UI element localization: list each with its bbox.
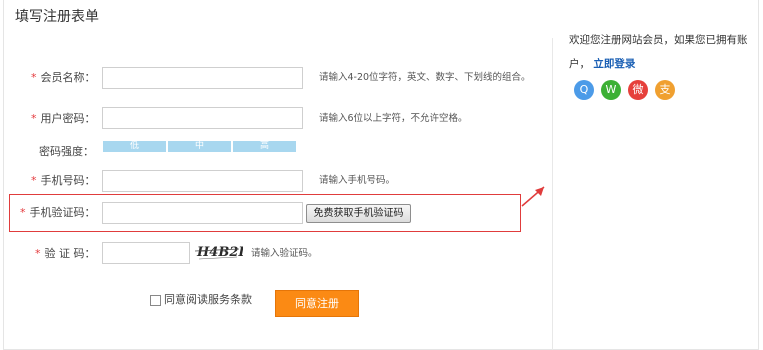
member-name-hint: 请输入4-20位字符，英文、数字、下划线的组合。 — [319, 72, 531, 83]
get-sms-code-button[interactable]: 免费获取手机验证码 — [306, 204, 411, 223]
login-link[interactable]: 立即登录 — [593, 58, 635, 70]
weibo-icon[interactable]: 微 — [628, 80, 648, 100]
agree-terms[interactable]: 同意阅读服务条款 — [150, 293, 252, 307]
submit-register-button[interactable]: 同意注册 — [275, 290, 359, 317]
phone-hint: 请输入手机号码。 — [319, 175, 396, 186]
phone-input[interactable] — [102, 170, 303, 192]
member-name-input[interactable] — [102, 67, 303, 89]
captcha-image[interactable]: H4B2L — [193, 240, 243, 264]
welcome-panel: 欢迎您注册网站会员，如果您已拥有账户， 立即登录 — [569, 28, 754, 76]
column-divider — [552, 38, 553, 350]
required-mark: * — [20, 206, 26, 219]
registration-page: 填写注册表单 * 会员名称： 请输入4-20位字符，英文、数字、下划线的组合。 *… — [0, 0, 763, 350]
strength-low: 低 — [103, 141, 166, 152]
agree-checkbox[interactable] — [150, 294, 161, 306]
captcha-hint: 请输入验证码。 — [251, 248, 318, 259]
password-label: * 用户密码： — [31, 112, 96, 125]
alipay-icon[interactable]: 支 — [655, 80, 675, 100]
required-mark: * — [31, 112, 37, 125]
required-mark: * — [35, 247, 41, 260]
sms-code-label: * 手机验证码： — [20, 206, 96, 219]
strength-high: 高 — [233, 141, 296, 152]
required-mark: * — [31, 71, 37, 84]
captcha-label: * 验 证 码： — [35, 247, 96, 260]
arrow-annotation — [521, 186, 545, 207]
captcha-input[interactable] — [102, 242, 190, 264]
password-input[interactable] — [102, 107, 303, 129]
phone-label: * 手机号码： — [31, 174, 96, 187]
strength-medium: 中 — [168, 141, 231, 152]
password-hint: 请输入6位以上字符，不允许空格。 — [319, 113, 468, 124]
agree-label: 同意阅读服务条款 — [164, 293, 252, 306]
wechat-icon[interactable]: W — [601, 80, 621, 100]
strength-label: 密码强度： — [39, 145, 94, 158]
required-mark: * — [31, 174, 37, 187]
sms-code-input[interactable] — [102, 202, 303, 224]
member-name-label: * 会员名称： — [31, 71, 96, 84]
password-strength-meter: 低 中 高 — [103, 141, 296, 152]
qq-icon[interactable]: Q — [574, 80, 594, 100]
form-title: 填写注册表单 — [15, 9, 99, 25]
